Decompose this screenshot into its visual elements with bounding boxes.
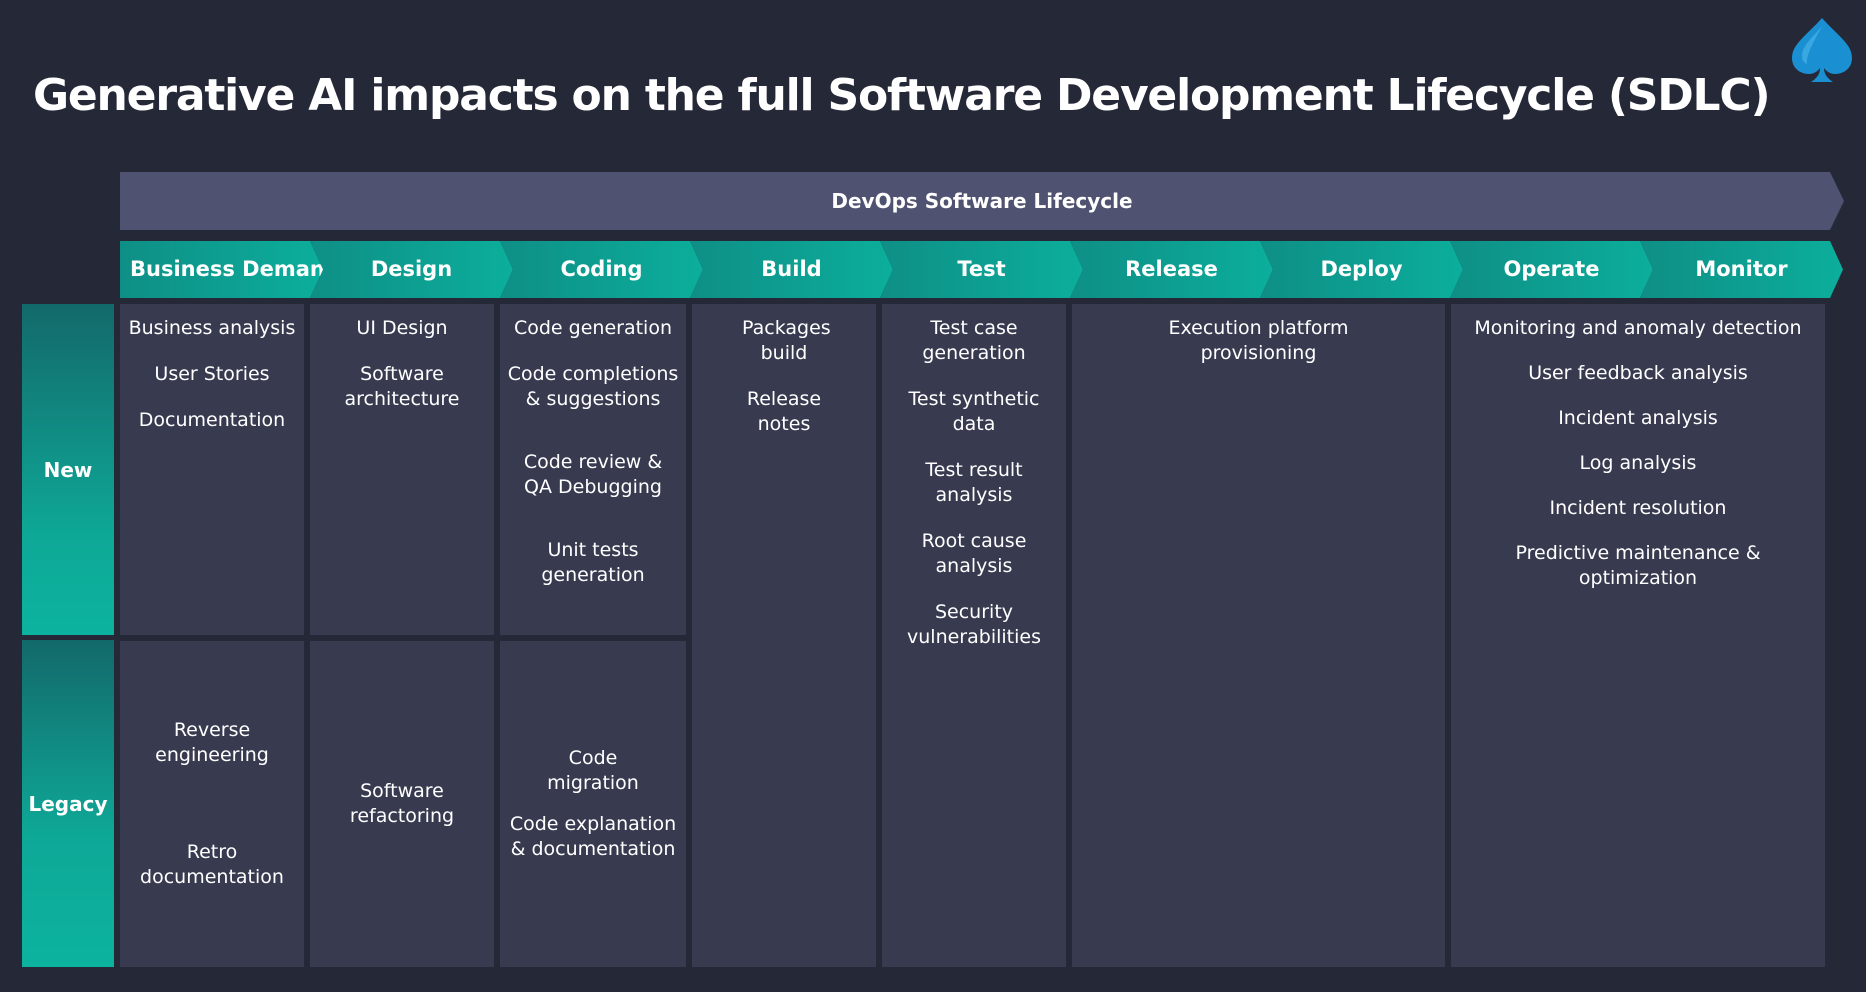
cell-new-coding: Code generation Code completions & sugge…: [500, 304, 686, 635]
cell-item: Unit tests generation: [541, 539, 645, 586]
phase-label: Design: [370, 257, 453, 281]
phase-label: Business Demand: [130, 257, 340, 281]
phase-release: Release: [1070, 241, 1273, 298]
cell-item: Predictive maintenance & optimization: [1515, 542, 1761, 589]
cell-item: Code migration: [547, 747, 639, 794]
phase-test: Test: [880, 241, 1083, 298]
phase-label: Build: [761, 257, 822, 281]
phase-monitor: Monitor: [1640, 241, 1843, 298]
cell-item: Incident analysis: [1558, 407, 1718, 429]
cell-legacy-business-demand: Reverse engineering Retro documentation: [120, 641, 304, 967]
cell-item: Software refactoring: [349, 780, 455, 827]
cell-item: Retro documentation: [140, 841, 284, 888]
cell-new-design: UI Design Software architecture: [310, 304, 494, 635]
cell-item: Code generation: [513, 317, 672, 339]
cell-item: UI Design: [356, 317, 448, 339]
cell-item: Packages build: [742, 317, 831, 364]
cell-item: Business analysis: [128, 317, 296, 339]
cell-item: Log analysis: [1579, 452, 1697, 474]
cell-item: Monitoring and anomaly detection: [1474, 317, 1802, 339]
cell-item: Test result analysis: [925, 459, 1023, 506]
phase-label: Coding: [560, 257, 643, 281]
cell-item: Code completions & suggestions: [507, 363, 679, 410]
phase-label: Monitor: [1695, 257, 1788, 281]
page-title: Generative AI impacts on the full Softwa…: [33, 70, 1771, 121]
phase-operate: Operate: [1450, 241, 1653, 298]
phase-deploy: Deploy: [1260, 241, 1463, 298]
devops-lifecycle-banner: DevOps Software Lifecycle: [120, 172, 1844, 230]
cell-item: User feedback analysis: [1528, 362, 1748, 384]
row-label-new: New: [22, 304, 114, 635]
cell-legacy-design: Software refactoring: [310, 641, 494, 967]
phase-business-demand: Business Demand: [120, 241, 340, 298]
cell-new-business-demand: Business analysis User Stories Documenta…: [120, 304, 304, 635]
cell-item: Security vulnerabilities: [907, 601, 1041, 648]
phase-label: Test: [957, 257, 1006, 281]
cell-release-deploy: Execution platform provisioning: [1072, 304, 1445, 967]
phase-build: Build: [690, 241, 893, 298]
phase-label: Release: [1125, 257, 1218, 281]
cell-item: Code review & QA Debugging: [523, 451, 663, 498]
cell-item: Execution platform provisioning: [1168, 317, 1349, 364]
cell-legacy-coding: Code migration Code explanation & docume…: [500, 641, 686, 967]
phase-design: Design: [310, 241, 513, 298]
cell-item: Test synthetic data: [908, 388, 1040, 435]
cell-operate-monitor: Monitoring and anomaly detection User fe…: [1451, 304, 1825, 967]
cell-item: Release notes: [746, 388, 822, 435]
cell-item: Root cause analysis: [921, 530, 1027, 577]
spade-logo-icon: [1786, 14, 1858, 86]
phase-label: Deploy: [1320, 257, 1403, 281]
cell-build: Packages build Release notes: [692, 304, 876, 967]
row-label-legacy: Legacy: [22, 640, 114, 967]
cell-item: Documentation: [138, 409, 286, 431]
cell-item: Reverse engineering: [155, 719, 269, 766]
cell-item: Software architecture: [344, 363, 460, 410]
cell-item: Code explanation & documentation: [509, 813, 677, 860]
phase-coding: Coding: [500, 241, 703, 298]
cell-item: Test case generation: [922, 317, 1026, 364]
cell-test: Test case generation Test synthetic data…: [882, 304, 1066, 967]
phase-label: Operate: [1503, 257, 1600, 281]
cell-item: User Stories: [154, 363, 270, 385]
cell-item: Incident resolution: [1549, 497, 1727, 519]
devops-lifecycle-label: DevOps Software Lifecycle: [831, 189, 1133, 213]
